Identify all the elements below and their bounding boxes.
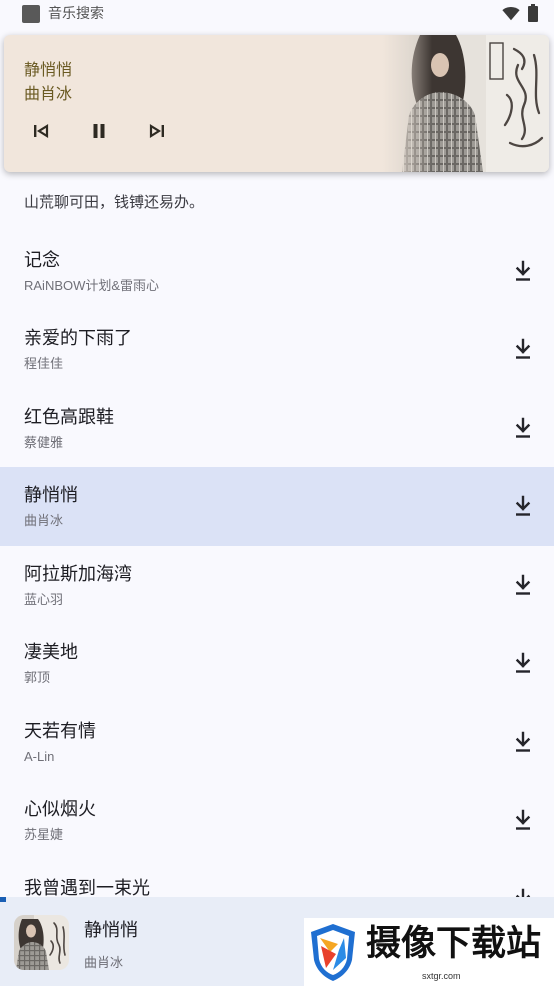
song-artist: 曲肖冰 — [24, 513, 64, 528]
download-icon — [515, 495, 531, 516]
shield-logo-icon — [311, 924, 355, 981]
song-row[interactable]: 阿拉斯加海湾 蓝心羽 — [0, 546, 554, 625]
status-app-name: 音乐搜索 — [48, 5, 104, 21]
watermark-name: 摄像下载站 — [366, 924, 542, 963]
song-row[interactable]: 静悄悄 曲肖冰 — [0, 467, 554, 546]
song-artist: 蓝心羽 — [24, 591, 64, 607]
now-playing-artist: 曲肖冰 — [84, 955, 124, 970]
download-icon — [515, 731, 531, 752]
download-button[interactable] — [513, 338, 533, 360]
skip-previous-icon[interactable] — [32, 122, 50, 140]
download-button[interactable] — [513, 809, 533, 831]
notification-song-artist: 曲肖冰 — [24, 86, 73, 103]
pause-icon[interactable] — [90, 122, 108, 140]
download-icon — [515, 260, 531, 281]
watermark: 摄像下载站 sxtgr.com — [304, 918, 554, 986]
download-icon — [515, 652, 531, 673]
song-row[interactable]: 红色高跟鞋 蔡健雅 — [0, 389, 554, 468]
song-row[interactable]: 天若有情 A-Lin — [0, 703, 554, 782]
download-button[interactable] — [513, 731, 533, 753]
download-button[interactable] — [513, 260, 533, 282]
progress-fill — [0, 897, 6, 902]
download-button[interactable] — [513, 652, 533, 674]
song-artist: RAiNBOW计划&雷雨心 — [24, 277, 160, 293]
song-title: 静悄悄 — [24, 485, 78, 505]
download-button[interactable] — [513, 417, 533, 439]
song-title: 天若有情 — [24, 720, 96, 741]
song-artist: 郭顶 — [24, 670, 51, 685]
download-icon — [515, 574, 531, 595]
song-artist: 蔡健雅 — [24, 434, 64, 450]
song-artist: 程佳佳 — [24, 356, 64, 371]
watermark-site: sxtgr.com — [422, 971, 461, 981]
song-row[interactable]: 心似烟火 苏星婕 — [0, 781, 554, 860]
song-artist: A-Lin — [24, 748, 55, 764]
now-playing-thumbnail — [14, 915, 69, 970]
song-row[interactable]: 凄美地 郭顶 — [0, 624, 554, 703]
song-list: 记念 RAiNBOW计划&雷雨心 亲爱的下雨了 程佳佳 红色高跟鞋 蔡健雅 静悄… — [0, 232, 554, 939]
album-art — [382, 35, 549, 172]
battery-icon — [528, 4, 538, 22]
song-title: 记念 — [24, 249, 60, 270]
song-artist: 苏星婕 — [24, 827, 64, 842]
wifi-icon — [502, 7, 520, 21]
song-title: 阿拉斯加海湾 — [24, 563, 132, 584]
page-subtitle: 山荒聊可田，钱镈还易办。 — [24, 194, 205, 211]
now-playing-title: 静悄悄 — [84, 920, 138, 940]
status-bar: 音乐搜索 — [0, 0, 554, 28]
download-icon — [515, 338, 531, 359]
song-title: 红色高跟鞋 — [24, 406, 114, 427]
download-icon — [515, 417, 531, 438]
song-row[interactable]: 亲爱的下雨了 程佳佳 — [0, 310, 554, 389]
notification-song-title: 静悄悄 — [24, 62, 73, 79]
song-title: 亲爱的下雨了 — [24, 328, 132, 348]
download-button[interactable] — [513, 495, 533, 517]
download-button[interactable] — [513, 574, 533, 596]
song-title: 凄美地 — [24, 642, 78, 662]
skip-next-icon[interactable] — [148, 122, 166, 140]
song-row[interactable]: 记念 RAiNBOW计划&雷雨心 — [0, 232, 554, 311]
song-title: 心似烟火 — [24, 799, 96, 819]
app-icon — [22, 5, 40, 23]
download-icon — [515, 809, 531, 830]
playback-progress[interactable] — [0, 897, 554, 902]
media-notification[interactable]: 静悄悄 曲肖冰 — [4, 35, 549, 172]
song-title: 我曾遇到一束光 — [24, 877, 150, 898]
